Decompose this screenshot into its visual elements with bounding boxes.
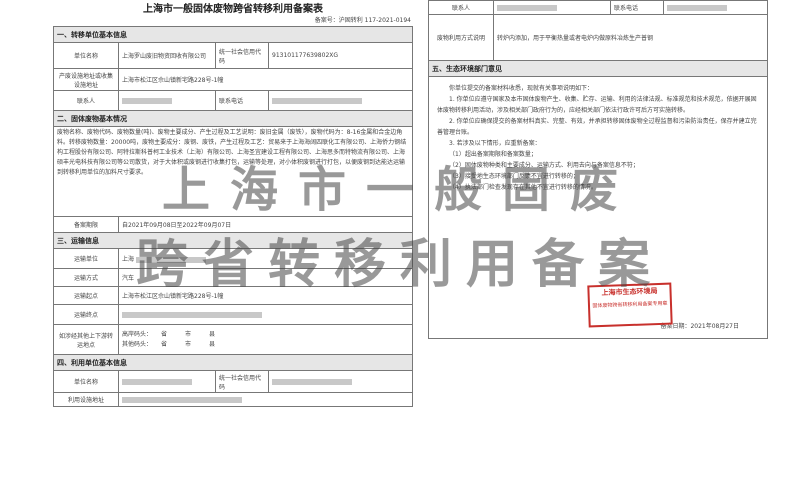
waste-description: 废物名称、废物代码、废物数量(吨)、废物主要成分、产生过程及工艺说明：废旧金属（… [53, 126, 413, 217]
official-seal: 上海市生态环境局 固体废物跨省转移利用备案专用章 [587, 282, 673, 328]
contact-label: 联系人 [53, 90, 119, 111]
user-address-value [118, 392, 413, 407]
phone-label: 联系电话 [215, 90, 269, 111]
redaction-mark [122, 378, 192, 385]
opinion-item: （2）固体废物种类和主要成分、运输方式、利用去向与备案信息不符； [449, 162, 639, 169]
redaction-mark [122, 311, 262, 318]
user-credit-value [268, 370, 413, 393]
address-label: 产废设施地址或收集设施地址 [53, 68, 119, 91]
credit-code-value: 913101177639802XG [268, 42, 413, 69]
user-unit-value [118, 370, 216, 393]
redaction-mark [272, 97, 362, 104]
seal-line-2: 固体废物跨省转移利用备案专用章 [592, 300, 668, 310]
opinion-point-2: 2. 你单位应确保提交的备案材料真实、完整、有效，并承担转移固体废物全过程监督和… [437, 118, 757, 136]
left-form-page: 上海市一般固体废物跨省转移利用备案表 备案号：沪固转利 117-2021-019… [53, 0, 413, 490]
unit-name-label: 单位名称 [53, 42, 119, 69]
user-credit-label: 统一社会信用代码 [215, 370, 269, 393]
redaction-mark [122, 396, 242, 403]
form-title: 上海市一般固体废物跨省转移利用备案表 [143, 4, 323, 15]
user-address-label: 利用设施地址 [53, 392, 119, 407]
section-5-heading: 五、生态环境部门意见 [428, 60, 768, 77]
opinion-item: （4）执法部门检查发现存在其他不宜进行转移的情况。 [449, 184, 597, 191]
transport-start-value: 上海市松江区佘山镇新宅路228号-1幢 [118, 286, 413, 305]
method-label: 废物利用方式说明 [428, 14, 494, 61]
redaction-mark [135, 256, 206, 263]
transship-line: 高岸码头： 省 市 县 [122, 330, 216, 338]
transport-start-label: 运输起点 [53, 286, 119, 305]
opinion-item: （3）接受地生态环境部门反馈不宜进行转移的； [449, 173, 579, 180]
transship-line: 其他码头： 省 市 县 [122, 340, 216, 348]
section-3-heading: 三、运输信息 [53, 232, 413, 249]
credit-code-label: 统一社会信用代码 [215, 42, 269, 69]
right-phone-label: 联系电话 [610, 0, 664, 15]
contact-value [118, 90, 216, 111]
transship-label: 如涉经其他上下游转运地点 [53, 324, 119, 355]
user-unit-label: 单位名称 [53, 370, 119, 393]
transport-mode-label: 运输方式 [53, 268, 119, 287]
redaction-mark [122, 97, 172, 104]
transship-value: 高岸码头： 省 市 县 其他码头： 省 市 县 [118, 324, 413, 355]
transport-end-label: 运输终点 [53, 304, 119, 325]
section-2-heading: 二、固体废物基本情况 [53, 110, 413, 127]
period-value: 自2021年09月08日至2022年09月07日 [118, 216, 413, 233]
opinion-point-1: 1. 你单位应遵守国家及本市固体废物产生、收集、贮存、运输、利用的法律法规、标准… [437, 96, 757, 114]
redaction-mark [272, 378, 352, 385]
carrier-label: 运输单位 [53, 248, 119, 269]
unit-name-value: 上海罗山废旧物资回收有限公司 [118, 42, 216, 69]
transport-end-value [118, 304, 413, 325]
record-number: 备案号：沪固转利 117-2021-0194 [314, 17, 411, 24]
redaction-mark [497, 4, 557, 11]
period-label: 备案期限 [53, 216, 119, 233]
carrier-value: 上海 [118, 248, 413, 269]
opinion-point-3: 3. 若涉及以下情形，应重新备案： [449, 140, 541, 147]
address-value: 上海市松江区佘山镇新宅路228号-1幢 [118, 68, 413, 91]
transport-mode-value: 汽车 [118, 268, 413, 287]
opinion-intro: 你单位提交的备案材料收悉，现就有关事项说明如下： [449, 85, 594, 92]
method-value: 转炉内添加，用于平衡热量或者电炉内做原料冶炼生产普钢 [493, 14, 768, 61]
opinion-item: （1）超出备案期限和备案数量； [449, 151, 537, 158]
section-4-heading: 四、利用单位基本信息 [53, 354, 413, 371]
phone-value [268, 90, 413, 111]
form-table: 一、转移单位基本信息 单位名称 上海罗山废旧物资回收有限公司 统一社会信用代码 … [53, 26, 413, 407]
record-date-value: 2021年08月27日 [690, 323, 739, 330]
redaction-mark [667, 4, 727, 11]
right-phone-value [663, 0, 768, 15]
right-contact-value [493, 0, 611, 15]
right-contact-label: 联系人 [428, 0, 494, 15]
section-1-heading: 一、转移单位基本信息 [53, 26, 413, 43]
